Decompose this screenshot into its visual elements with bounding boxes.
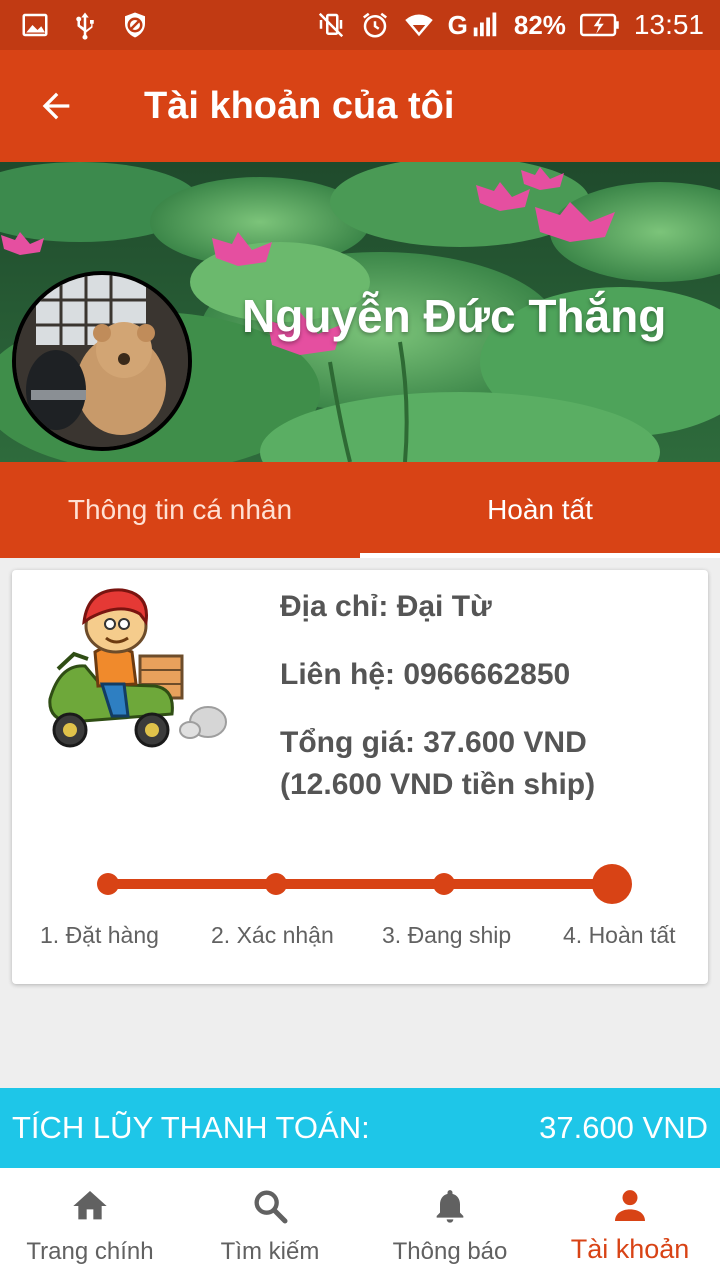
order-address: Địa chỉ: Đại Từ: [280, 590, 492, 623]
arrow-back-icon: [42, 92, 70, 120]
clock: 13:51: [633, 9, 704, 40]
alarm-icon: [362, 12, 387, 38]
home-icon: [73, 1191, 107, 1220]
order-progress: [97, 864, 632, 904]
order-card: Địa chỉ: Đại Từ Liên hệ: 0966662850 Tổng…: [12, 570, 708, 984]
nav-notifications-label: Thông báo: [392, 1238, 508, 1265]
accumulated-payment-bar: TÍCH LŨY THANH TOÁN: 37.600 VND: [0, 1088, 720, 1168]
wifi-icon: [404, 14, 433, 37]
usb-icon: [76, 12, 94, 40]
signal-icon: [473, 12, 497, 37]
nav-search[interactable]: Tìm kiếm: [180, 1168, 360, 1280]
profile-name: Nguyễn Đức Thắng: [242, 290, 667, 342]
order-contact: Liên hệ: 0966662850: [280, 658, 571, 691]
person-icon: [615, 1190, 645, 1221]
tab-personal-info[interactable]: Thông tin cá nhân: [0, 462, 360, 558]
nav-account[interactable]: Tài khoản: [540, 1168, 720, 1280]
status-bar: G 82% 13:51: [0, 0, 720, 50]
progress-step-1: [97, 873, 119, 895]
accumulated-value: 37.600 VND: [539, 1110, 708, 1145]
progress-step-4-current: [592, 864, 632, 904]
step-label-ordered: 1. Đặt hàng: [40, 922, 159, 948]
bottom-navigation: Trang chính Tìm kiếm Thông báo Tài khoản: [0, 1168, 720, 1280]
bell-icon: [436, 1190, 464, 1223]
step-label-completed: 4. Hoàn tất: [563, 922, 676, 948]
progress-step-3: [433, 873, 455, 895]
profile-banner: Nguyễn Đức Thắng: [0, 162, 720, 462]
tab-completed[interactable]: Hoàn tất: [360, 462, 720, 558]
nav-account-label: Tài khoản: [570, 1234, 690, 1264]
search-icon: [254, 1190, 288, 1224]
nav-notifications[interactable]: Thông báo: [360, 1168, 540, 1280]
avatar-photo: [16, 275, 188, 447]
tab-bar: Thông tin cá nhân Hoàn tất: [0, 462, 720, 558]
gallery-icon: [22, 13, 48, 37]
step-label-shipping: 3. Đang ship: [382, 922, 512, 948]
blocked-icon: [125, 12, 145, 38]
battery-icon: [579, 13, 619, 37]
app-bar: Tài khoản của tôi: [0, 50, 720, 162]
battery-percent: 82%: [513, 9, 566, 40]
order-total: Tổng giá: 37.600 VND: [280, 726, 587, 759]
tab-indicator: [360, 553, 720, 558]
nav-home-label: Trang chính: [26, 1238, 154, 1265]
mute-icon: [318, 12, 343, 38]
nav-home[interactable]: Trang chính: [0, 1168, 180, 1280]
accumulated-label: TÍCH LŨY THANH TOÁN:: [12, 1110, 370, 1145]
network-type: G: [447, 9, 468, 40]
back-button[interactable]: [28, 78, 84, 134]
order-shipping-fee: (12.600 VND tiền ship): [280, 768, 596, 801]
page-title: Tài khoản của tôi: [144, 85, 455, 127]
delivery-scooter-icon: [48, 588, 227, 748]
nav-search-label: Tìm kiếm: [220, 1238, 320, 1265]
progress-step-2: [265, 873, 287, 895]
step-label-confirmed: 2. Xác nhận: [211, 922, 334, 948]
avatar[interactable]: [12, 271, 192, 451]
